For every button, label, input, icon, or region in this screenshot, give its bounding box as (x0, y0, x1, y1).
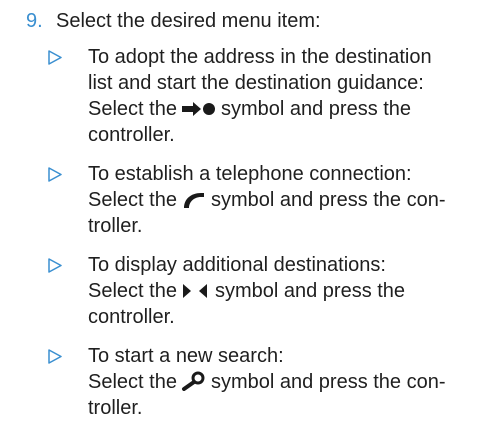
select-prefix: Select the (88, 189, 177, 211)
item-text-line: To display additional destinations: (88, 254, 386, 276)
item-text-line: list and start the destination guidance: (88, 72, 424, 94)
triangle-bullet-icon (48, 167, 62, 182)
list-item: To establish a telephone connection: Sel… (48, 161, 488, 239)
step-number: 9. (26, 10, 43, 32)
item-text-line: troller. (88, 397, 143, 419)
item-select-line: Select the symbol and press the con- (88, 187, 488, 213)
step-heading: 9. Select the desired menu item: (26, 8, 321, 34)
step-text: Select the desired menu item: (56, 10, 321, 32)
triangle-bullet-icon (48, 258, 62, 273)
item-select-line: Select the symbol and press the con- (88, 369, 488, 395)
search-icon (181, 371, 205, 391)
item-select-line: Select the symbol and press the (88, 278, 488, 304)
item-text-line: To adopt the address in the destination (88, 46, 432, 68)
triangle-bullet-icon (48, 349, 62, 364)
telephone-icon (183, 193, 204, 208)
list-item: To display additional destinations: Sele… (48, 252, 488, 330)
item-text-line: To establish a telephone connection: (88, 163, 412, 185)
select-suffix: symbol and press the con- (210, 371, 446, 393)
select-prefix: Select the (88, 371, 177, 393)
menu-item-list: To adopt the address in the destination … (48, 44, 488, 434)
select-suffix: symbol and press the (214, 280, 406, 302)
select-prefix: Select the (88, 280, 177, 302)
list-item: To start a new search: Select the symbol … (48, 343, 488, 421)
item-text-line: troller. (88, 215, 143, 237)
triangle-bullet-icon (48, 50, 62, 65)
select-suffix: symbol and press the (220, 98, 412, 120)
item-text-line: controller. (88, 306, 175, 328)
select-suffix: symbol and press the con- (210, 189, 446, 211)
item-select-line: Select the symbol and press the (88, 96, 488, 122)
item-text-line: controller. (88, 124, 175, 146)
list-item: To adopt the address in the destination … (48, 44, 488, 148)
next-prev-arrows-icon (182, 284, 207, 298)
item-text-line: To start a new search: (88, 345, 284, 367)
arrow-dot-icon (181, 102, 215, 116)
select-prefix: Select the (88, 98, 177, 120)
